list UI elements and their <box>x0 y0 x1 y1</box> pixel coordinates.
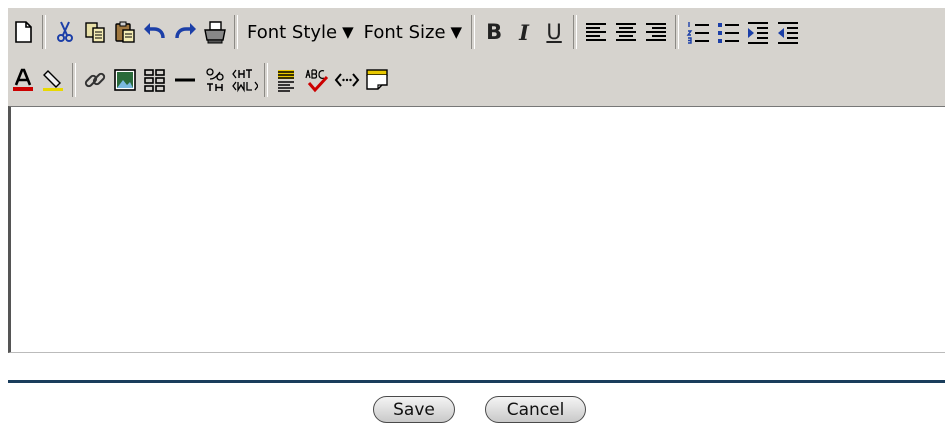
italic-button[interactable]: I <box>509 15 539 49</box>
html-button[interactable] <box>230 63 260 97</box>
new-document-icon <box>15 21 32 43</box>
html-icon <box>232 69 258 93</box>
indent-button[interactable] <box>743 15 773 49</box>
text-color-icon <box>13 68 33 91</box>
form-divider <box>8 380 945 383</box>
template-button[interactable] <box>362 63 392 97</box>
print-icon <box>204 21 226 44</box>
toolbar-separator <box>234 15 238 49</box>
italic-icon: I <box>519 19 529 45</box>
highlight-button[interactable] <box>38 63 68 97</box>
font-size-dropdown[interactable]: Font Size ▼ <box>359 15 467 49</box>
bold-icon: B <box>486 20 503 44</box>
new-document-button[interactable] <box>8 15 38 49</box>
outdent-button[interactable] <box>773 15 803 49</box>
text-color-button[interactable] <box>8 63 38 97</box>
paste-button[interactable] <box>110 15 140 49</box>
spellcheck-button[interactable] <box>302 63 332 97</box>
outdent-icon <box>778 22 799 44</box>
horizontal-rule-icon <box>175 78 195 82</box>
unordered-list-button[interactable] <box>713 15 743 49</box>
font-style-label: Font Style <box>247 21 338 43</box>
redo-button[interactable] <box>170 15 200 49</box>
link-button[interactable] <box>80 63 110 97</box>
style-button[interactable] <box>272 63 302 97</box>
align-center-icon <box>616 23 637 41</box>
link-icon <box>84 72 106 88</box>
style-icon <box>278 70 294 92</box>
cancel-button[interactable]: Cancel <box>485 396 586 423</box>
image-icon <box>114 69 136 91</box>
toolbar-separator <box>471 15 476 49</box>
editor-content-area[interactable] <box>8 106 945 353</box>
template-icon <box>366 69 388 90</box>
spellcheck-icon <box>305 69 329 93</box>
chevron-down-icon: ▼ <box>342 23 354 41</box>
toolbar-separator <box>573 15 578 49</box>
font-style-dropdown[interactable]: Font Style ▼ <box>242 15 359 49</box>
source-code-button[interactable] <box>332 63 362 97</box>
ordered-list-icon <box>686 22 710 44</box>
align-left-button[interactable] <box>581 15 611 49</box>
align-right-icon <box>646 23 667 41</box>
toolbar-row-formatting: Font Style ▼ Font Size ▼ B I U <box>8 10 803 54</box>
highlight-icon <box>43 70 63 91</box>
editor-toolbar: Font Style ▼ Font Size ▼ B I U <box>8 8 945 106</box>
save-button[interactable]: Save <box>373 396 455 423</box>
chevron-down-icon: ▼ <box>450 23 463 41</box>
underline-icon: U <box>546 20 562 44</box>
align-right-button[interactable] <box>641 15 671 49</box>
special-character-icon <box>206 68 224 91</box>
unordered-list-icon <box>718 23 740 43</box>
toolbar-separator <box>264 63 268 97</box>
toolbar-separator <box>72 63 76 97</box>
bold-button[interactable]: B <box>479 15 509 49</box>
align-left-icon <box>586 23 607 41</box>
print-button[interactable] <box>200 15 230 49</box>
redo-icon <box>175 23 196 39</box>
undo-button[interactable] <box>140 15 170 49</box>
table-button[interactable] <box>140 63 170 97</box>
horizontal-rule-button[interactable] <box>170 63 200 97</box>
image-button[interactable] <box>110 63 140 97</box>
source-code-icon <box>334 73 360 87</box>
copy-icon <box>85 22 105 43</box>
underline-button[interactable]: U <box>539 15 569 49</box>
indent-icon <box>748 22 769 44</box>
undo-icon <box>144 23 165 39</box>
cut-icon <box>57 21 73 42</box>
toolbar-row-insert <box>8 58 392 102</box>
toolbar-separator <box>42 15 46 49</box>
copy-button[interactable] <box>80 15 110 49</box>
align-center-button[interactable] <box>611 15 641 49</box>
paste-icon <box>115 21 135 43</box>
ordered-list-button[interactable] <box>683 15 713 49</box>
font-size-label: Font Size <box>363 21 446 43</box>
table-icon <box>144 69 165 92</box>
toolbar-separator <box>675 15 680 49</box>
rich-text-editor: Font Style ▼ Font Size ▼ B I U <box>8 8 945 353</box>
special-character-button[interactable] <box>200 63 230 97</box>
cut-button[interactable] <box>50 15 80 49</box>
